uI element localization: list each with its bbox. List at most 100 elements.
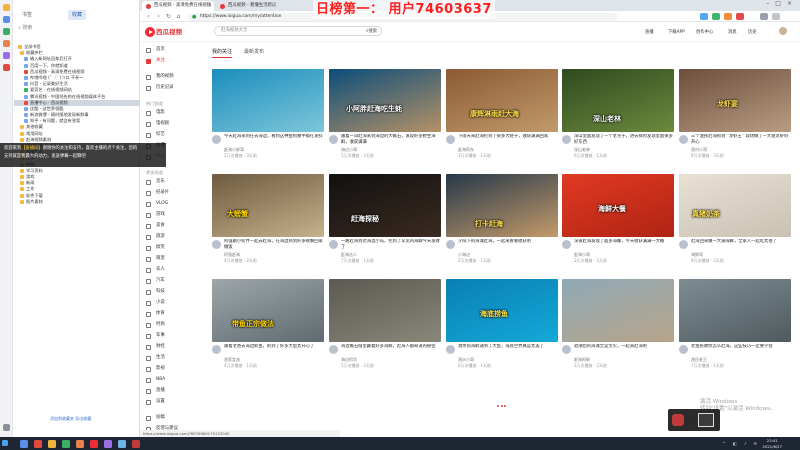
video-title[interactable]: 潜水抓海鲜遇到了大鱼，海底世界真是太美了 xyxy=(458,344,558,350)
weibo-icon[interactable] xyxy=(3,64,10,71)
author-avatar[interactable] xyxy=(446,135,455,144)
video-thumbnail[interactable] xyxy=(562,279,674,342)
video-card[interactable]: 小阿胖赶海吃生蚝 跟着一哥赶海来到海边的大礁石，发现好多野生海鲜，收获满满 海边小哥… xyxy=(329,69,441,169)
nav-item[interactable]: 小说 xyxy=(146,299,165,307)
nav-item[interactable]: 纪录片 xyxy=(146,189,169,197)
video-card[interactable]: 打卡赶海 夕阳下的海滩赶海，一起来看看收获吧 小海边 2万次播放 · 1天前 xyxy=(446,174,558,274)
nav-item[interactable]: 时尚 xyxy=(146,321,165,329)
settings-icon[interactable] xyxy=(3,424,10,431)
nav-item[interactable]: 汽车 xyxy=(146,277,165,285)
app-icon[interactable] xyxy=(62,439,70,448)
extension-icon[interactable] xyxy=(700,13,708,20)
nav-item[interactable]: 电视剧 xyxy=(146,120,169,128)
app-icon[interactable] xyxy=(118,439,126,448)
video-card[interactable]: 大螃蟹 阿强跟小伙伴一起去赶海，在海边抓到好多螃蟹回家做饭 阿强赶海 4万次播放 · … xyxy=(212,174,324,274)
nav-item[interactable]: 我的视频 xyxy=(146,73,174,81)
author-avatar[interactable] xyxy=(212,240,221,249)
nav-item[interactable]: 影视 xyxy=(146,365,165,373)
site-search-button[interactable]: ⌕搜索 xyxy=(363,28,380,35)
author-avatar[interactable] xyxy=(212,345,221,354)
tab-following[interactable]: 我的关注 xyxy=(212,48,233,58)
video-title[interactable]: 三个渔民赶海抓到 “龙虾王” 现场做了一大盘龙虾好开心 xyxy=(691,134,791,146)
author-avatar[interactable] xyxy=(446,240,455,249)
tab-bookmarks[interactable]: 书签 xyxy=(18,10,36,20)
video-title[interactable]: 跟着一哥赶海来到海边的大礁石，发现好多野生海鲜，收获满满 xyxy=(341,134,441,146)
header-link-creator[interactable]: 创作中心 xyxy=(696,29,713,35)
home-icon[interactable]: ⌂ xyxy=(174,12,183,21)
app-icon[interactable] xyxy=(48,439,56,448)
app-icon[interactable] xyxy=(90,439,98,448)
refresh-icon[interactable]: ↻ xyxy=(164,12,173,21)
app-icon[interactable] xyxy=(104,439,112,448)
video-thumbnail[interactable] xyxy=(212,69,324,132)
video-title[interactable]: 退潮后的海滩全是宝贝，一起来赶海吧 xyxy=(574,344,674,350)
app-icon[interactable] xyxy=(34,439,42,448)
video-title[interactable]: 深山里面发现了一个老宅子，进去探险发现里面很多好东西 xyxy=(574,134,674,146)
download-icon[interactable] xyxy=(3,28,10,35)
video-card[interactable]: 今天赶海来到在去海边，看到这种鱼狗蟹手都在发抖 赶海小胖哥 2万次播放 · 3天前 xyxy=(212,69,324,169)
author-avatar[interactable] xyxy=(679,345,688,354)
video-title[interactable]: 一路赶海到达海边小岛，挖到了罕见的海鲜今天发财了 xyxy=(341,239,441,251)
nav-item[interactable]: 农人 xyxy=(146,266,165,274)
nav-item[interactable]: 游戏 xyxy=(146,211,165,219)
author-avatar[interactable] xyxy=(446,345,455,354)
video-thumbnail[interactable]: 海底捞鱼 xyxy=(446,279,558,342)
nav-item[interactable]: 财经 xyxy=(146,343,165,351)
nav-item[interactable]: 萌宠 xyxy=(146,255,165,263)
video-card[interactable]: 海鲜大餐 深夜赶海发现了超多海螺，今天收获满满一大桶 赶海小哥 3万次播放 · 5天前 xyxy=(562,174,674,274)
nav-item[interactable]: 设置 xyxy=(146,398,165,406)
video-thumbnail[interactable]: 大螃蟹 xyxy=(212,174,324,237)
forward-icon[interactable]: › xyxy=(154,12,163,21)
nav-item[interactable]: 直播 xyxy=(146,387,165,395)
video-card[interactable]: 退潮后的海滩全是宝贝，一起来赶海吧 赶海阿辉 3万次播放 · 2天前 xyxy=(562,279,674,379)
video-thumbnail[interactable]: 小阿胖赶海吃生蚝 xyxy=(329,69,441,132)
bookmarks-footer[interactable]: 添加到收藏夹 导出收藏 xyxy=(50,416,91,422)
site-logo[interactable]: 西瓜视频 xyxy=(145,27,182,37)
menu-icon[interactable] xyxy=(760,13,768,20)
tab-latest[interactable]: 最新发布 xyxy=(244,48,264,55)
nav-item[interactable]: 首页 xyxy=(146,46,165,54)
video-thumbnail[interactable]: 打卡赶海 xyxy=(446,174,558,237)
history-icon[interactable] xyxy=(3,16,10,23)
author-avatar[interactable] xyxy=(329,135,338,144)
window-controls[interactable]: –□× xyxy=(766,0,798,11)
author-avatar[interactable] xyxy=(212,135,221,144)
video-card[interactable]: 海边礁石缝里藏着好多海鲜，赶海人都知道的秘密 海边阿华 5万次播放 · 2天前 xyxy=(329,279,441,379)
author-avatar[interactable] xyxy=(679,240,688,249)
video-card[interactable]: 龙虾宴 三个渔民赶海抓到 “龙虾王” 现场做了一大盘龙虾好开心 渔村小哥 8万次播放 … xyxy=(679,69,791,169)
browser-tab[interactable]: 西瓜视频 - 看懂生活新瓜 xyxy=(216,1,286,11)
start-icon[interactable] xyxy=(2,440,8,446)
nav-item[interactable]: 搞笑 xyxy=(146,244,165,252)
extension-icon[interactable] xyxy=(724,13,732,20)
nav-item[interactable]: 旅游 xyxy=(146,233,165,241)
video-title[interactable]: 老渔民教你怎么赶海，这些技巧一定要学会 xyxy=(691,344,791,350)
nav-item[interactable]: 体育 xyxy=(146,310,165,318)
back-icon[interactable]: ‹ xyxy=(144,12,153,21)
video-thumbnail[interactable]: 赶海探秘 xyxy=(329,174,441,237)
taskbar-clock[interactable]: 23:41 2021/6/27 xyxy=(763,438,782,449)
system-tray[interactable]: ^ ◧ ♪ ✉ xyxy=(722,441,760,446)
user-avatar[interactable] xyxy=(778,26,788,36)
video-thumbnail[interactable] xyxy=(329,279,441,342)
header-link-live[interactable]: 直播 xyxy=(645,29,654,35)
note-icon[interactable] xyxy=(3,40,10,47)
site-search-input[interactable]: 赶海视频大全 ⌕搜索 xyxy=(214,26,382,36)
nav-item[interactable]: 科技 xyxy=(146,288,165,296)
video-thumbnail[interactable]: 深山老林 xyxy=(562,69,674,132)
author-avatar[interactable] xyxy=(679,135,688,144)
video-thumbnail[interactable]: 海鲜大餐 xyxy=(562,174,674,237)
app-icon[interactable] xyxy=(3,52,10,59)
nav-item[interactable]: 历史记录 xyxy=(146,84,174,92)
bookmark-item[interactable]: 图片素材 xyxy=(14,199,140,205)
author-avatar[interactable] xyxy=(562,135,571,144)
video-title[interactable]: 今天赶海来到在去海边，看到这种鱼狗蟹手都在发抖 xyxy=(224,134,324,140)
video-title[interactable]: 夕阳下的海滩赶海，一起来看看收获吧 xyxy=(458,239,558,245)
nav-item[interactable]: VLOG xyxy=(146,200,168,208)
header-link-history[interactable]: 历史 xyxy=(748,29,757,35)
browser-tab-active[interactable]: 西瓜视频 - 高清免费在线视频 × xyxy=(142,1,214,11)
app-icon[interactable] xyxy=(76,439,84,448)
nav-item[interactable]: 关注 xyxy=(146,57,165,65)
video-title[interactable]: 赶海回来做一大锅海鲜，全家人一起吃太香了 xyxy=(691,239,791,245)
author-avatar[interactable] xyxy=(562,345,571,354)
app-icon[interactable] xyxy=(20,439,28,448)
